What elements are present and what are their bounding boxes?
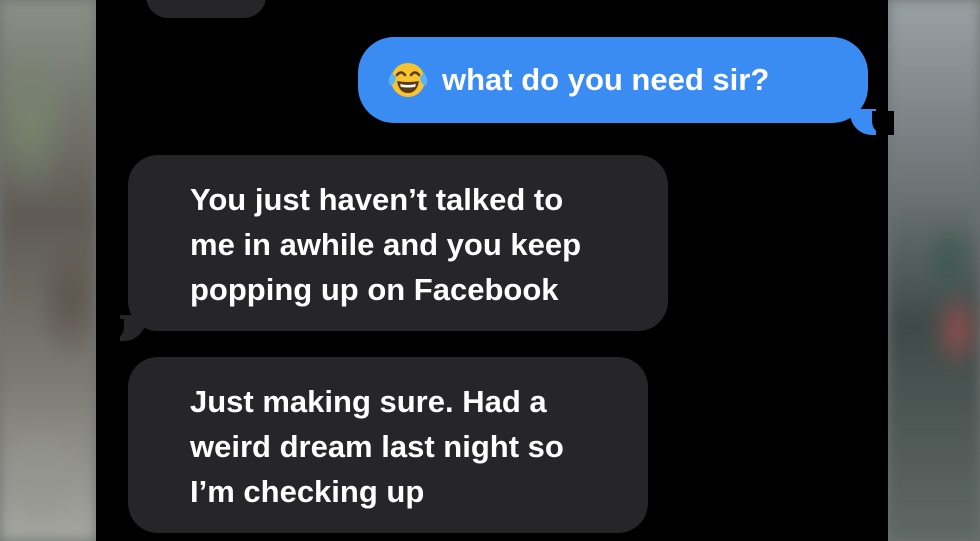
message-line: You just haven’t talked to bbox=[190, 182, 564, 217]
message-line: Just making sure. Had a bbox=[190, 384, 547, 419]
previous-message-bubble bbox=[146, 0, 266, 18]
received-message-bubble[interactable]: You just haven’t talked to me in awhile … bbox=[102, 155, 668, 341]
message-line: weird dream last night so bbox=[190, 429, 564, 464]
screenshot-frame: what do you need sir? You just haven’t t… bbox=[0, 0, 980, 541]
message-thread[interactable]: what do you need sir? You just haven’t t… bbox=[96, 0, 894, 541]
sent-message-text: what do you need sir? bbox=[442, 62, 770, 97]
message-line: I’m checking up bbox=[190, 474, 425, 509]
sent-message-bubble[interactable]: what do you need sir? bbox=[358, 37, 894, 135]
face-with-tears-of-joy-icon bbox=[388, 63, 428, 97]
blurred-background-right bbox=[888, 0, 980, 541]
message-line: me in awhile and you keep bbox=[190, 227, 582, 262]
message-line: popping up on Facebook bbox=[190, 272, 559, 307]
blurred-background-left bbox=[0, 0, 96, 541]
received-message-bubble[interactable]: Just making sure. Had a weird dream last… bbox=[128, 357, 648, 533]
